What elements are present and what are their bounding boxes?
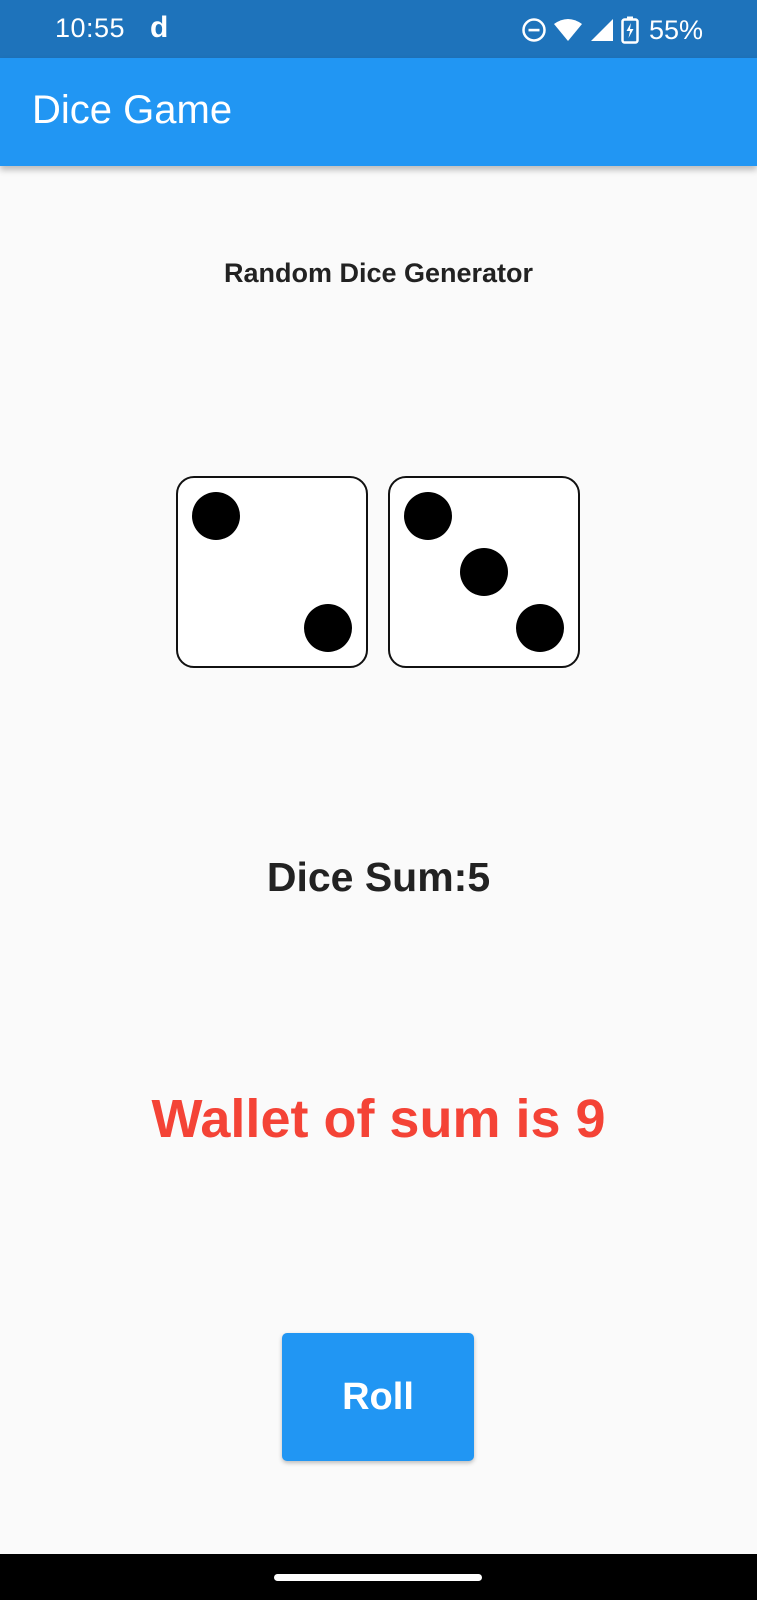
app-title: Dice Game bbox=[32, 88, 233, 132]
right-die[interactable] bbox=[388, 476, 580, 668]
home-gesture-handle[interactable] bbox=[274, 1574, 482, 1581]
navigation-bar bbox=[0, 1554, 757, 1600]
battery-percent: 55% bbox=[648, 14, 703, 45]
status-time: 10:55 bbox=[55, 13, 126, 43]
roll-button[interactable]: Roll bbox=[282, 1333, 474, 1461]
app-bar: Dice Game bbox=[0, 58, 757, 166]
status-bar: 10:55 d 55% bbox=[0, 0, 757, 58]
do-not-disturb-icon bbox=[522, 18, 546, 42]
app-notification-indicator: d bbox=[150, 11, 169, 44]
die-pip bbox=[192, 492, 240, 540]
battery-charging-icon bbox=[621, 16, 639, 44]
die-pip bbox=[460, 548, 508, 596]
status-icons: 55% bbox=[521, 14, 703, 46]
wallet-text: Wallet of sum is 9 bbox=[151, 1089, 606, 1149]
die-pip bbox=[516, 604, 564, 652]
die-pip bbox=[404, 492, 452, 540]
subtitle: Random Dice Generator bbox=[223, 258, 534, 288]
cell-signal-icon bbox=[590, 19, 613, 41]
left-die[interactable] bbox=[176, 476, 368, 668]
die-pip bbox=[304, 604, 352, 652]
wifi-icon bbox=[553, 19, 582, 41]
dice-sum-text: Dice Sum:5 bbox=[266, 854, 491, 900]
